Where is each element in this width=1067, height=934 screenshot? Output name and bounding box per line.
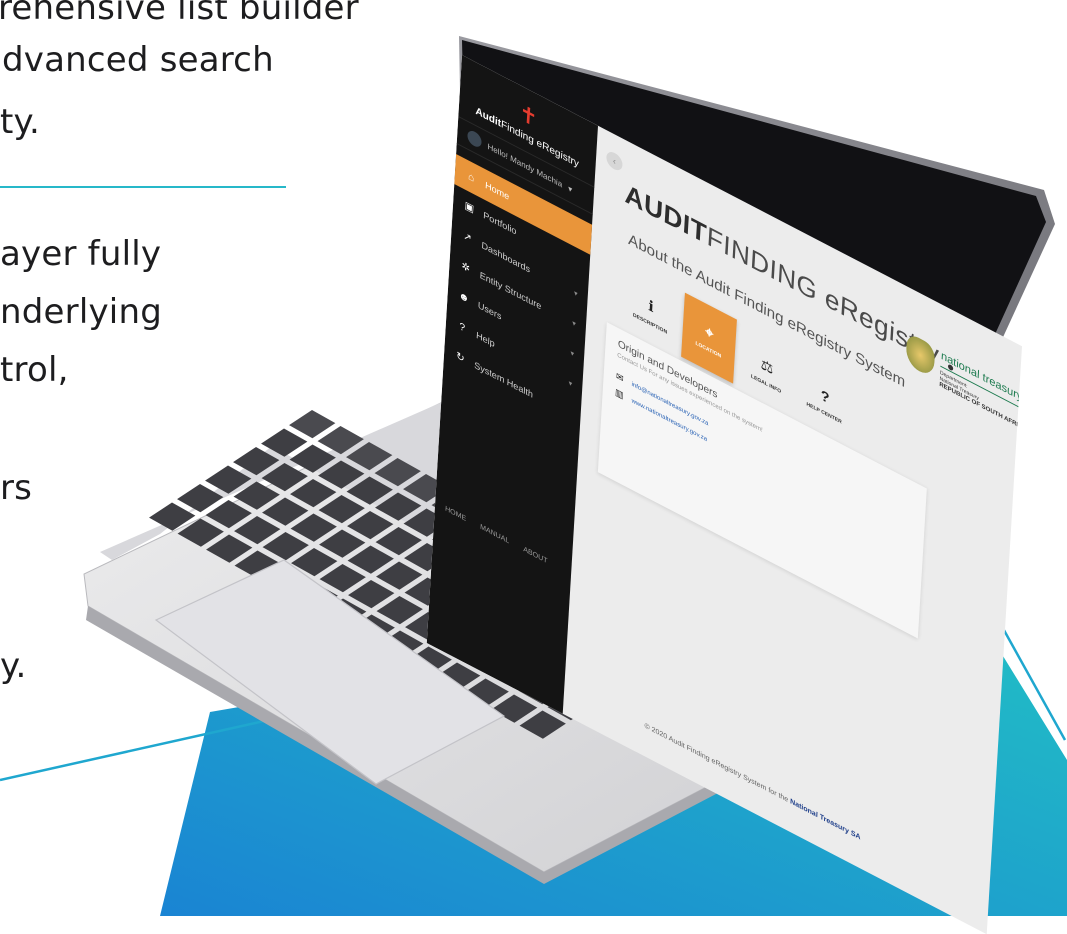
tab-label: HELP CENTER xyxy=(806,401,842,426)
briefcase-icon: ▣ xyxy=(464,199,475,216)
sidebar-footer-links: HOME MANUAL ABOUT xyxy=(435,500,571,578)
chevron-down-icon: ▾ xyxy=(573,289,578,299)
info-icon: ℹ xyxy=(647,296,655,315)
chevron-down-icon: ▾ xyxy=(567,183,573,195)
link-home[interactable]: HOME xyxy=(445,505,466,523)
help-circle-icon: ? xyxy=(820,386,830,407)
gavel-icon: ⚖ xyxy=(760,354,774,378)
tab-label: LOCATION xyxy=(695,339,722,360)
help-icon: ? xyxy=(459,320,466,335)
sidebar-item-label: Help xyxy=(475,329,495,350)
link-about[interactable]: ABOUT xyxy=(523,546,548,566)
link-manual[interactable]: MANUAL xyxy=(480,523,510,545)
avatar xyxy=(467,128,482,150)
chevron-down-icon: ▾ xyxy=(568,379,573,389)
chevron-down-icon: ▾ xyxy=(570,349,575,359)
footer-link[interactable]: National Treasury SA xyxy=(790,798,861,842)
envelope-icon: ✉ xyxy=(615,370,624,385)
tab-label: DESCRIPTION xyxy=(632,311,668,336)
tab-label: LEGAL INFO xyxy=(750,372,782,395)
users-icon: ☻ xyxy=(458,289,470,306)
sidebar-item-label: Users xyxy=(477,299,502,322)
sidebar-item-label: Home xyxy=(484,179,510,203)
gear-icon: ✲ xyxy=(461,259,471,275)
health-icon: ↻ xyxy=(455,349,465,365)
location-pin-icon: ⌖ xyxy=(704,321,714,342)
trend-icon: ↗ xyxy=(463,229,473,245)
home-icon: ⌂ xyxy=(467,170,475,185)
chevron-down-icon: ▾ xyxy=(572,319,576,329)
map-icon: ▥ xyxy=(614,386,624,401)
